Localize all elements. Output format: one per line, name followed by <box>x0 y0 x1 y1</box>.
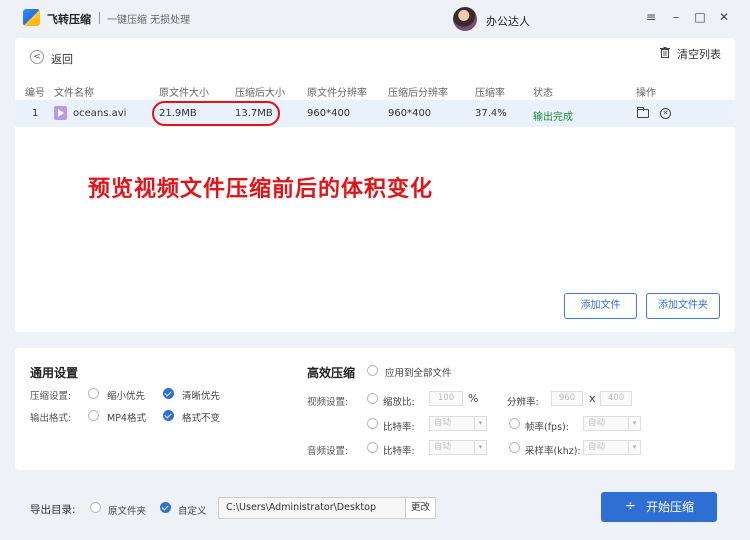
audio-bitrate-select[interactable]: 自动 ▾ <box>429 440 487 455</box>
radio-keep-format[interactable] <box>163 410 174 421</box>
res-separator: x <box>589 392 596 405</box>
radio-scale[interactable] <box>367 393 378 404</box>
add-file-button[interactable]: 添加文件 <box>564 293 637 319</box>
samplerate-select-value: 自动 <box>588 442 606 452</box>
close-icon[interactable]: ✕ <box>717 10 731 24</box>
framerate-label: 帧率(fps): <box>525 422 569 433</box>
menu-icon[interactable]: ≡ <box>644 10 658 24</box>
col-header-original-res: 原文件分辨率 <box>307 88 367 99</box>
radio-apply-all[interactable] <box>367 365 378 376</box>
compress-setting-label: 压缩设置: <box>30 391 72 402</box>
maximize-icon[interactable]: □ <box>693 10 707 24</box>
chevron-down-icon: ▾ <box>628 441 640 454</box>
file-list-panel: < 返回 清空列表 编号 文件名称 原文件大小 压缩后大小 原文件分辨率 压缩后… <box>15 38 735 332</box>
back-icon[interactable]: < <box>30 50 44 64</box>
scale-unit: % <box>468 392 479 405</box>
col-header-index: 编号 <box>25 88 45 99</box>
option-mp4[interactable]: MP4格式 <box>107 410 146 424</box>
title-bar: 飞转压缩 一键压缩 无损处理 办公达人 ≡ – □ ✕ <box>0 0 750 38</box>
radio-bitrate[interactable] <box>367 418 378 429</box>
audio-bitrate-select-value: 自动 <box>434 442 452 452</box>
radio-original-folder[interactable] <box>90 502 101 513</box>
output-format-label: 输出格式: <box>30 413 72 424</box>
radio-mp4[interactable] <box>88 410 99 421</box>
audio-settings-label: 音频设置: <box>307 446 349 457</box>
app-slogan: 一键压缩 无损处理 <box>107 15 191 26</box>
option-size-first[interactable]: 缩小优先 <box>107 388 145 402</box>
row-file-name: oceans.avi <box>73 108 127 119</box>
radio-custom-folder[interactable] <box>160 502 171 513</box>
start-compress-button[interactable]: ÷ 开始压缩 <box>601 492 717 522</box>
res-width-input[interactable]: 960 <box>551 391 583 406</box>
row-ratio: 37.4% <box>475 108 507 119</box>
col-header-compressed-res: 压缩后分辨率 <box>388 88 448 99</box>
option-keep-format[interactable]: 格式不变 <box>182 410 220 424</box>
resolution-label: 分辨率: <box>507 397 539 408</box>
add-folder-button[interactable]: 添加文件夹 <box>646 293 720 319</box>
scale-label: 缩放比: <box>383 397 415 408</box>
scale-input[interactable]: 100 <box>429 391 463 406</box>
row-original-res: 960*400 <box>307 108 351 119</box>
size-highlight-annotation <box>152 101 280 126</box>
option-apply-all[interactable]: 应用到全部文件 <box>385 365 452 379</box>
option-custom-folder[interactable]: 自定义 <box>178 503 207 517</box>
bitrate-label: 比特率: <box>383 422 415 433</box>
bitrate-select-value: 自动 <box>434 418 452 428</box>
open-folder-icon[interactable] <box>637 107 649 118</box>
chevron-down-icon: ▾ <box>474 441 486 454</box>
trash-icon[interactable] <box>660 47 670 58</box>
col-header-name: 文件名称 <box>54 88 94 99</box>
username[interactable]: 办公达人 <box>486 13 530 29</box>
col-header-original-size: 原文件大小 <box>159 88 209 99</box>
user-avatar[interactable] <box>453 7 477 31</box>
col-header-ratio: 压缩率 <box>475 88 505 99</box>
remove-file-icon[interactable]: ✕ <box>660 108 671 119</box>
radio-size-first[interactable] <box>88 388 99 399</box>
row-status: 输出完成 <box>533 112 573 123</box>
app-logo-icon <box>23 9 40 26</box>
video-settings-label: 视频设置: <box>307 397 349 408</box>
annotation-caption: 预览视频文件压缩前后的体积变化 <box>88 177 434 202</box>
start-compress-label: 开始压缩 <box>646 500 695 514</box>
samplerate-select[interactable]: 自动 ▾ <box>583 440 641 455</box>
radio-framerate[interactable] <box>509 418 520 429</box>
chevron-down-icon: ▾ <box>474 417 486 430</box>
radio-samplerate[interactable] <box>509 442 520 453</box>
col-header-actions: 操作 <box>636 88 656 99</box>
title-divider <box>99 12 100 24</box>
framerate-select[interactable]: 自动 ▾ <box>583 416 641 431</box>
clear-list-button[interactable]: 清空列表 <box>677 46 721 62</box>
audio-bitrate-label: 比特率: <box>383 446 415 457</box>
radio-audio-bitrate[interactable] <box>367 442 378 453</box>
output-path-input[interactable]: C:\Users\Administrator\Desktop <box>218 497 406 519</box>
back-button[interactable]: 返回 <box>51 51 73 67</box>
general-settings-title: 通用设置 <box>30 366 79 380</box>
row-index: 1 <box>32 108 39 119</box>
minimize-icon[interactable]: – <box>669 10 683 24</box>
settings-panel: 通用设置 压缩设置: 缩小优先 清晰优先 输出格式: MP4格式 格式不变 高效… <box>15 348 735 470</box>
change-path-button[interactable]: 更改 <box>405 497 436 519</box>
compress-icon: ÷ <box>625 499 636 514</box>
col-header-compressed-size: 压缩后大小 <box>235 88 285 99</box>
option-original-folder[interactable]: 原文件夹 <box>108 503 146 517</box>
advanced-compress-title: 高效压缩 <box>307 366 356 380</box>
row-compressed-res: 960*400 <box>388 108 432 119</box>
col-header-status: 状态 <box>533 88 553 99</box>
video-file-icon <box>54 106 67 120</box>
output-dir-label: 导出目录: <box>30 504 76 516</box>
samplerate-label: 采样率(khz): <box>525 446 581 457</box>
app-name: 飞转压缩 <box>47 13 91 26</box>
radio-quality-first[interactable] <box>163 388 174 399</box>
option-quality-first[interactable]: 清晰优先 <box>182 388 220 402</box>
chevron-down-icon: ▾ <box>628 417 640 430</box>
bitrate-select[interactable]: 自动 ▾ <box>429 416 487 431</box>
res-height-input[interactable]: 400 <box>600 391 632 406</box>
framerate-select-value: 自动 <box>588 418 606 428</box>
